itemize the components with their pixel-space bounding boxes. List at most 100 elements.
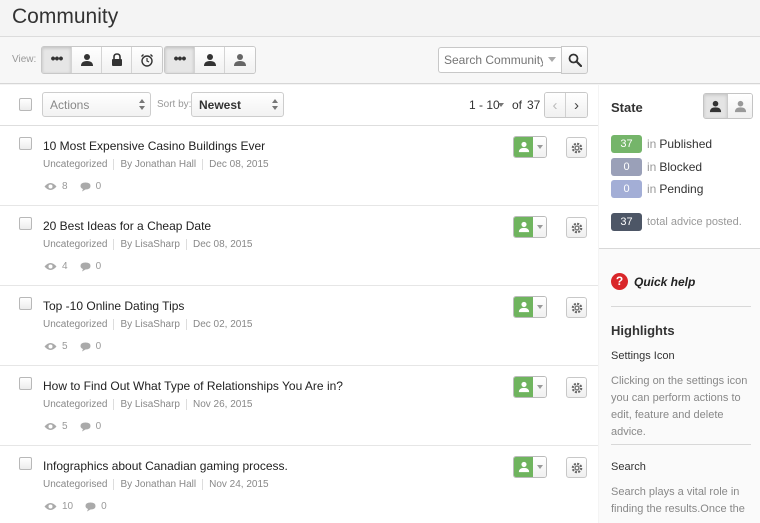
item-comments: 0 [95,261,102,272]
eye-icon [44,183,57,190]
status-dropdown-button[interactable] [513,456,547,478]
item-title-link[interactable]: Infographics about Canadian gaming proce… [43,459,288,473]
item-comments: 0 [101,501,107,512]
select-all-checkbox[interactable] [19,98,32,111]
row-checkbox[interactable] [19,297,32,310]
item-date: Nov 26, 2015 [185,399,259,410]
state-user-button[interactable] [704,94,728,118]
view-all-button[interactable]: ••• [42,47,72,73]
item-author[interactable]: By LisaSharp [113,319,185,330]
user-silhouette-icon [234,54,246,66]
pager-of-label: of [512,98,523,112]
total-label: total advice posted. [647,216,742,228]
view-all-authors-button[interactable]: ••• [165,47,195,73]
list-item: How to Find Out What Type of Relationshi… [0,366,598,446]
comment-icon [80,342,91,351]
chevron-down-icon[interactable] [498,103,504,107]
item-author[interactable]: By Jonathan Hall [113,479,202,490]
list-item: 20 Best Ideas for a Cheap Date Uncategor… [0,206,598,286]
blocked-count-badge: 0 [611,158,642,176]
eye-icon [44,423,57,430]
item-stats: 8 0 [44,181,113,192]
settings-button[interactable] [566,297,587,318]
chevron-right-icon: › [574,96,579,114]
item-title-link[interactable]: Top -10 Online Dating Tips [43,299,184,313]
view-filter-group-1: ••• [41,46,163,74]
view-locked-button[interactable] [102,47,132,73]
question-icon: ? [611,273,628,290]
item-title-link[interactable]: How to Find Out What Type of Relationshi… [43,379,343,393]
row-checkbox[interactable] [19,217,32,230]
prev-page-button[interactable]: ‹ [545,93,566,117]
list-item: Top -10 Online Dating Tips Uncategorized… [0,286,598,366]
item-comments: 0 [95,341,102,352]
search-button[interactable] [561,46,588,74]
user-icon [518,301,529,313]
row-checkbox[interactable] [19,377,32,390]
item-views: 5 [62,421,68,432]
view-guest-button[interactable] [225,47,255,73]
comment-icon [80,422,91,431]
row-checkbox[interactable] [19,457,32,470]
status-dropdown-button[interactable] [513,376,547,398]
item-comments: 0 [95,421,102,432]
item-category[interactable]: Uncategorized [43,239,113,250]
settings-button[interactable] [566,217,587,238]
pager-range-select[interactable]: 1 - 10 [469,98,500,112]
view-filter-group-2: ••• [164,46,256,74]
settings-button[interactable] [566,377,587,398]
settings-button[interactable] [566,457,587,478]
item-title-link[interactable]: 10 Most Expensive Casino Buildings Ever [43,139,265,153]
in-label: in [647,160,657,174]
item-author[interactable]: By LisaSharp [113,239,185,250]
actions-select[interactable]: Actions [42,92,151,117]
highlights-title: Highlights [611,323,675,338]
item-views: 5 [62,341,68,352]
item-category[interactable]: Uncategorised [43,479,113,490]
item-meta: Uncategorized By Jonathan Hall Dec 08, 2… [43,159,275,170]
state-blocked[interactable]: 0 in Blocked [611,158,702,176]
search-icon [568,53,582,67]
state-published[interactable]: 37 in Published [611,135,712,153]
view-toolbar: View: ••• ••• [0,37,760,84]
divider [611,306,751,307]
user-icon [518,461,529,473]
title-bar: Community [0,0,760,37]
next-page-button[interactable]: › [566,93,587,117]
search-dropdown-icon[interactable] [548,57,556,62]
state-guest-button[interactable] [728,94,752,118]
status-dropdown-button[interactable] [513,296,547,318]
chevron-down-icon [536,305,543,309]
view-users-button[interactable] [72,47,102,73]
item-author[interactable]: By LisaSharp [113,399,185,410]
status-dropdown-button[interactable] [513,216,547,238]
view-pending-button[interactable] [132,47,162,73]
published-count-badge: 37 [611,135,642,153]
settings-button[interactable] [566,137,587,158]
item-category[interactable]: Uncategorized [43,159,113,170]
chevron-down-icon [536,465,543,469]
sort-select[interactable]: Newest [191,92,284,117]
row-checkbox[interactable] [19,137,32,150]
user-icon [518,141,529,153]
pending-label: Pending [659,182,704,196]
state-pending[interactable]: 0 in Pending [611,180,703,198]
search-input[interactable] [438,47,561,73]
item-category[interactable]: Uncategorized [43,399,113,410]
settings-icon-text: Clicking on the settings icon you can pe… [611,375,748,438]
total-count-badge: 37 [611,213,642,231]
item-author[interactable]: By Jonathan Hall [113,159,202,170]
view-author-button[interactable] [195,47,225,73]
quick-help-title: Quick help [634,274,696,289]
item-stats: 5 0 [44,421,113,432]
item-meta: Uncategorized By LisaSharp Dec 02, 2015 [43,319,258,330]
item-stats: 4 0 [44,261,113,272]
search-box [438,46,588,74]
user-icon [518,221,529,233]
sidebar: State 37 in Published 0 in Blocked 0 in … [599,85,760,523]
item-title-link[interactable]: 20 Best Ideas for a Cheap Date [43,219,211,233]
status-dropdown-button[interactable] [513,136,547,158]
comment-icon [85,502,96,511]
item-category[interactable]: Uncategorized [43,319,113,330]
state-total: 37 total advice posted. [611,213,742,231]
